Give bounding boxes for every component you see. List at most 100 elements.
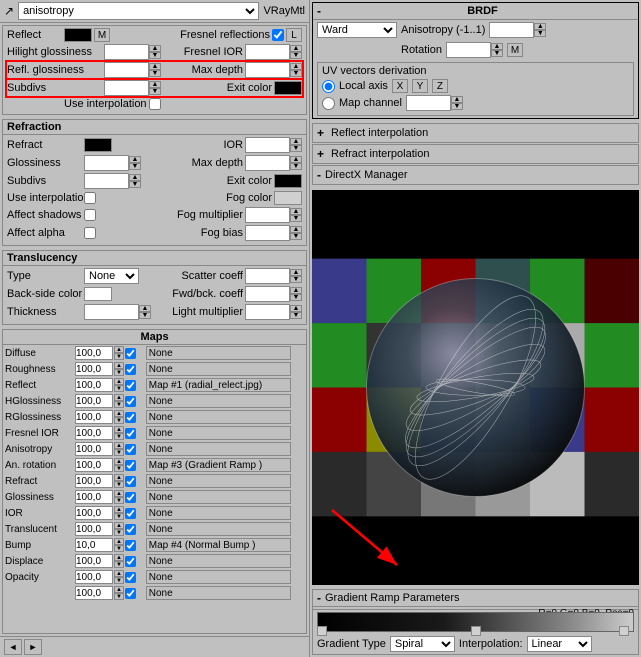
refr-exit-color-box[interactable] [274,174,302,188]
map-check-7[interactable] [125,460,136,471]
refr-subdivs-down[interactable]: ▼ [129,181,141,188]
map-value-input-7[interactable] [75,458,113,472]
gradient-marker-left[interactable] [317,626,327,636]
fresnel-ior-down[interactable]: ▼ [290,52,302,59]
affect-shadows-checkbox[interactable] [84,209,96,221]
x-button[interactable]: X [392,79,408,93]
thickness-down[interactable]: ▼ [139,312,151,319]
scatter-input[interactable]: 0,0 [245,268,290,284]
thickness-input[interactable]: 2540,0 [84,304,139,320]
map-value-down-6[interactable]: ▼ [114,449,124,456]
interpolation-select[interactable]: Linear [527,636,592,652]
map-value-down-3[interactable]: ▼ [114,401,124,408]
map-btn-1[interactable]: None [146,362,291,376]
map-value-down-4[interactable]: ▼ [114,417,124,424]
map-btn-3[interactable]: None [146,394,291,408]
fwdbck-down[interactable]: ▼ [290,294,302,301]
map-btn-6[interactable]: None [146,442,291,456]
refr-max-depth-down[interactable]: ▼ [290,163,302,170]
subdivs-down[interactable]: ▼ [149,88,161,95]
backside-color-box[interactable] [84,287,112,301]
fog-mult-input[interactable]: 1,0 [245,207,290,223]
material-name-select[interactable]: anisotropy [18,2,259,20]
map-value-input-10[interactable] [75,506,113,520]
anisotropy-down[interactable]: ▼ [534,30,546,37]
fwdbck-input[interactable]: 1,0 [245,286,290,302]
map-channel-down[interactable]: ▼ [451,103,463,110]
map-btn-4[interactable]: None [146,410,291,424]
subdivs-input[interactable]: 8 [104,80,149,96]
map-btn-11[interactable]: None [146,522,291,536]
map-check-8[interactable] [125,476,136,487]
map-value-down-5[interactable]: ▼ [114,433,124,440]
map-value-up-0[interactable]: ▲ [114,346,124,353]
map-check-12[interactable] [125,540,136,551]
map-check-2[interactable] [125,380,136,391]
rotation-input[interactable]: 0,0 [446,42,491,58]
map-value-down-11[interactable]: ▼ [114,529,124,536]
map-check-5[interactable] [125,428,136,439]
fwdbck-up[interactable]: ▲ [290,287,302,294]
map-btn-13[interactable]: None [146,554,291,568]
map-value-input-5[interactable] [75,426,113,440]
gradient-marker-right[interactable] [619,626,629,636]
map-value-up-2[interactable]: ▲ [114,378,124,385]
directx-row[interactable]: - DirectX Manager [312,165,639,185]
brdf-minus[interactable]: - [317,4,327,18]
light-mult-up[interactable]: ▲ [290,305,302,312]
map-value-input-9[interactable] [75,490,113,504]
fog-color-box[interactable] [274,191,302,205]
local-axis-radio[interactable] [322,80,335,93]
map-value-up-7[interactable]: ▲ [114,458,124,465]
map-btn-12[interactable]: Map #4 (Normal Bump ) [146,538,291,552]
map-value-input-2[interactable] [75,378,113,392]
map-check-14[interactable] [125,572,136,583]
map-value-up-8[interactable]: ▲ [114,474,124,481]
brdf-type-select[interactable]: Ward [317,22,397,38]
map-value-input-14[interactable] [75,570,113,584]
map-value-input-6[interactable] [75,442,113,456]
map-check-11[interactable] [125,524,136,535]
map-value-input-11[interactable] [75,522,113,536]
refr-subdivs-up[interactable]: ▲ [129,174,141,181]
map-btn-8[interactable]: None [146,474,291,488]
map-check-4[interactable] [125,412,136,423]
map-check-9[interactable] [125,492,136,503]
map-btn-0[interactable]: None [146,346,291,360]
fresnel-checkbox[interactable] [272,29,284,41]
map-btn-15[interactable]: None [146,586,291,600]
reflect-m-button[interactable]: M [94,28,110,42]
map-value-down-0[interactable]: ▼ [114,353,124,360]
map-check-15[interactable] [125,588,136,599]
max-depth-up[interactable]: ▲ [290,63,302,70]
gradient-ramp-minus[interactable]: - [317,591,321,605]
map-value-down-2[interactable]: ▼ [114,385,124,392]
map-check-13[interactable] [125,556,136,567]
refr-glossiness-input[interactable]: 1,0 [84,155,129,171]
rotation-down[interactable]: ▼ [491,50,503,57]
light-mult-input[interactable]: 1,0 [245,304,290,320]
fog-bias-input[interactable]: 0,0 [245,225,290,241]
anisotropy-input[interactable]: 0,95 [489,22,534,38]
thickness-up[interactable]: ▲ [139,305,151,312]
map-channel-up[interactable]: ▲ [451,96,463,103]
fog-bias-down[interactable]: ▼ [290,233,302,240]
gradient-bar[interactable] [317,612,634,632]
map-value-up-12[interactable]: ▲ [114,538,124,545]
translucency-type-select[interactable]: None [84,268,139,284]
map-value-down-9[interactable]: ▼ [114,497,124,504]
map-value-up-6[interactable]: ▲ [114,442,124,449]
map-value-up-5[interactable]: ▲ [114,426,124,433]
refr-subdivs-input[interactable]: 8 [84,173,129,189]
map-value-input-3[interactable] [75,394,113,408]
rotation-up[interactable]: ▲ [491,43,503,50]
fog-bias-up[interactable]: ▲ [290,226,302,233]
max-depth-down[interactable]: ▼ [290,70,302,77]
map-check-1[interactable] [125,364,136,375]
map-value-up-15[interactable]: ▲ [114,586,124,593]
scatter-down[interactable]: ▼ [290,276,302,283]
z-button[interactable]: Z [432,79,448,93]
anisotropy-up[interactable]: ▲ [534,23,546,30]
map-value-input-8[interactable] [75,474,113,488]
hilight-glossiness-down[interactable]: ▼ [149,52,161,59]
